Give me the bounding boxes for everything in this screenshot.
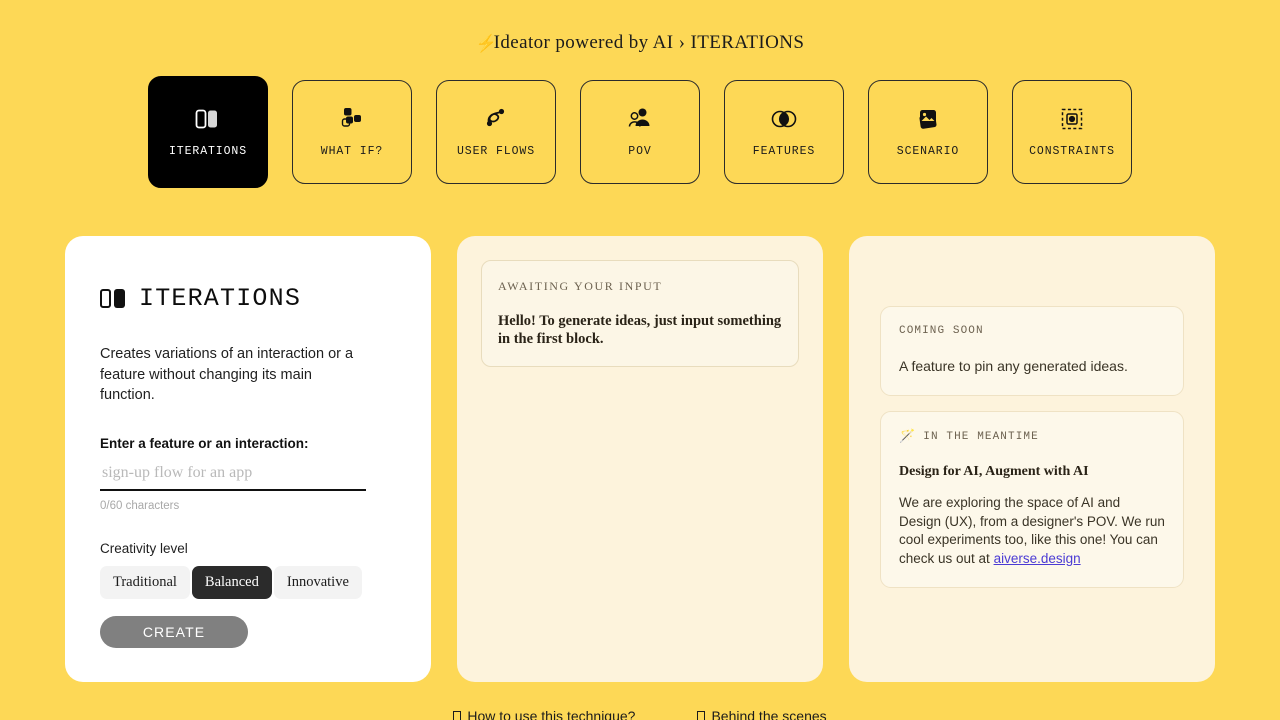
footer-link-label: Behind the scenes — [711, 708, 827, 720]
tab-label: WHAT IF? — [320, 145, 384, 158]
tab-label: USER FLOWS — [456, 145, 535, 158]
page-title-text: Ideator powered by AI › ITERATIONS — [493, 32, 805, 53]
tab-label: SCENARIO — [896, 145, 960, 158]
awaiting-input-card: AWAITING YOUR INPUT Hello! To generate i… — [481, 260, 799, 367]
coming-soon-text: A feature to pin any generated ideas. — [899, 358, 1128, 374]
footer-link-label: How to use this technique? — [467, 708, 636, 720]
creativity-option-balanced[interactable]: Balanced — [191, 565, 272, 599]
tab-iterations[interactable]: ITERATIONS — [148, 76, 268, 188]
app-header: ⚡ Ideator powered by AI › ITERATIONS — [0, 0, 1280, 54]
tab-label: ITERATIONS — [168, 145, 247, 158]
creativity-level-label: Creativity level — [100, 540, 188, 556]
in-the-meantime-kicker: 🪄 IN THE MEANTIME — [899, 430, 1165, 443]
flow-nodes-icon — [481, 106, 511, 132]
technique-title: ITERATIONS — [100, 284, 396, 313]
creativity-level-group: Traditional Balanced Innovative — [100, 565, 396, 599]
info-panel: COMING SOON A feature to pin any generat… — [849, 236, 1215, 682]
aiverse-link[interactable]: aiverse.design — [994, 551, 1081, 566]
lightning-bolt-icon: ⚡ — [475, 33, 498, 53]
in-the-meantime-card: 🪄 IN THE MEANTIME Design for AI, Augment… — [880, 411, 1184, 588]
persons-icon — [625, 106, 655, 132]
creativity-option-traditional[interactable]: Traditional — [100, 565, 190, 599]
tab-pov[interactable]: POV — [580, 80, 700, 184]
scatter-dots-icon — [337, 106, 367, 132]
awaiting-input-message: Hello! To generate ideas, just input som… — [498, 313, 782, 347]
creativity-option-innovative[interactable]: Innovative — [273, 565, 362, 599]
document-icon — [697, 710, 706, 720]
footer-link-how-to-use[interactable]: How to use this technique? — [453, 708, 635, 720]
document-icon — [453, 710, 462, 720]
technique-input-panel: ITERATIONS Creates variations of an inte… — [65, 236, 431, 682]
tab-features[interactable]: FEATURES — [724, 80, 844, 184]
technique-description: Creates variations of an interaction or … — [100, 346, 354, 403]
dashed-target-icon — [1057, 106, 1087, 132]
two-panels-icon — [193, 106, 223, 132]
footer-link-behind-the-scenes[interactable]: Behind the scenes — [697, 708, 827, 720]
tab-label: FEATURES — [752, 145, 816, 158]
in-the-meantime-heading: Design for AI, Augment with AI — [899, 464, 1089, 479]
coming-soon-card: COMING SOON A feature to pin any generat… — [880, 306, 1184, 396]
footer-links: How to use this technique? Behind the sc… — [0, 708, 1280, 720]
output-panel: AWAITING YOUR INPUT Hello! To generate i… — [457, 236, 823, 682]
tab-label: POV — [628, 145, 652, 158]
tab-constraints[interactable]: CONSTRAINTS — [1012, 80, 1132, 184]
coming-soon-kicker: COMING SOON — [899, 325, 984, 337]
venn-circles-icon — [769, 106, 799, 132]
tab-label: CONSTRAINTS — [1029, 145, 1115, 158]
images-stack-icon — [913, 106, 943, 132]
character-counter: 0/60 characters — [100, 499, 180, 512]
in-the-meantime-kicker-text: IN THE MEANTIME — [923, 430, 1039, 443]
technique-tabbar: ITERATIONS WHAT IF? USER FLOWS POV FEATU… — [0, 76, 1280, 188]
in-the-meantime-paragraph: We are exploring the space of AI and Des… — [899, 494, 1165, 568]
two-panels-icon — [100, 289, 125, 308]
panels-row: ITERATIONS Creates variations of an inte… — [0, 236, 1280, 682]
feature-input-label: Enter a feature or an interaction: — [100, 435, 309, 451]
technique-title-text: ITERATIONS — [139, 284, 302, 313]
feature-input[interactable] — [100, 462, 366, 491]
awaiting-input-kicker: AWAITING YOUR INPUT — [498, 279, 663, 293]
magic-wand-icon: 🪄 — [899, 429, 917, 444]
create-button[interactable]: CREATE — [100, 615, 248, 648]
page-title: ⚡ Ideator powered by AI › ITERATIONS — [476, 32, 805, 54]
tab-what-if[interactable]: WHAT IF? — [292, 80, 412, 184]
tab-user-flows[interactable]: USER FLOWS — [436, 80, 556, 184]
tab-scenario[interactable]: SCENARIO — [868, 80, 988, 184]
